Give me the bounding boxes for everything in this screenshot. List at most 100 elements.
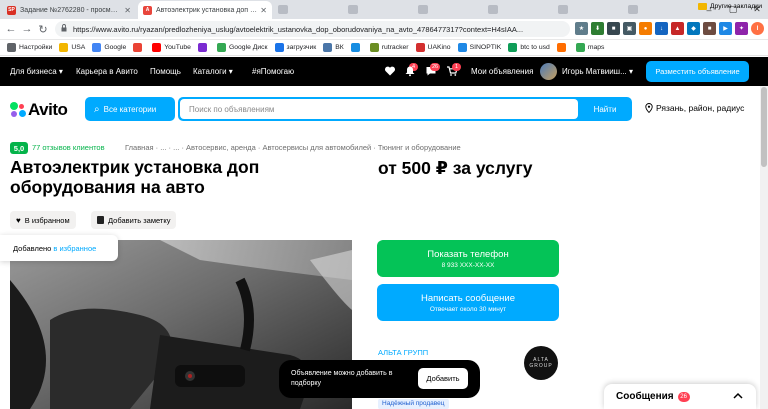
forward-icon[interactable]: → (20, 22, 34, 36)
close-icon[interactable]: ✕ (260, 6, 267, 15)
browser-tab-active[interactable]: A Автоэлектрик установка доп обо ✕ (138, 1, 272, 19)
phone-masked: 8 933 XXX-XX-XX (441, 261, 495, 269)
career-link[interactable]: Карьера в Авито (76, 67, 138, 76)
messages-count-badge: 26 (430, 63, 441, 71)
find-button[interactable]: Найти (580, 99, 630, 119)
bookmark-item[interactable]: maps (575, 43, 604, 52)
reload-icon[interactable]: ↻ (36, 22, 50, 36)
catalogs-menu[interactable]: Каталоги ▾ (193, 67, 233, 76)
close-icon[interactable]: ✕ (124, 6, 131, 15)
collapsed-tab[interactable] (348, 5, 358, 14)
search-input[interactable] (180, 99, 578, 119)
bookmark-item[interactable]: Google (92, 43, 126, 52)
extension-icon[interactable]: ▲ (671, 22, 684, 35)
bookmark-label: загрузчик (286, 44, 317, 51)
note-icon (97, 216, 104, 224)
messages-panel[interactable]: Сообщения 26 (604, 384, 756, 409)
business-menu[interactable]: Для бизнеса ▾ (10, 67, 63, 76)
heart-icon: ♥ (16, 215, 21, 225)
user-menu[interactable]: Игорь Матвииш... ▾ (562, 67, 633, 76)
my-ads-link[interactable]: Мои объявления (471, 67, 533, 76)
mail-icon (350, 43, 360, 52)
collapsed-tab[interactable] (628, 5, 638, 14)
bookmark-item[interactable] (133, 43, 145, 52)
favorite-button[interactable]: ♥ В избранном (10, 211, 76, 229)
extension-icon[interactable]: ⬇ (591, 22, 604, 35)
add-note-button[interactable]: Добавить заметку (91, 211, 177, 229)
messages-label: Сообщения (616, 391, 674, 402)
user-avatar[interactable] (540, 63, 557, 80)
collapsed-tab[interactable] (278, 5, 288, 14)
page-scrollbar[interactable] (760, 86, 768, 409)
extension-icon[interactable]: ■ (703, 22, 716, 35)
user-name: Игорь Матвииш... (562, 67, 627, 76)
add-to-collection-button[interactable]: Добавить (418, 368, 468, 389)
maps-icon (575, 43, 585, 52)
collapsed-tab[interactable] (488, 5, 498, 14)
download-icon (274, 43, 284, 52)
bookmark-item[interactable] (197, 43, 210, 52)
bookmark-item[interactable]: YouTube (152, 43, 191, 52)
puzzle-icon[interactable]: ✦ (735, 22, 748, 35)
bookmark-other-folder[interactable]: Другие закладки (697, 3, 762, 10)
notifications-count-badge: 1 (452, 63, 461, 71)
reviews-link[interactable]: 77 отзывов клиентов (32, 143, 105, 152)
extension-icon[interactable]: ★ (575, 22, 588, 35)
collapsed-tab[interactable] (558, 5, 568, 14)
show-phone-button[interactable]: Показать телефон 8 933 XXX-XX-XX (377, 240, 559, 277)
bookmark-item[interactable]: Google Диск (216, 43, 268, 52)
help-tag-link[interactable]: #яПомогаю (252, 67, 294, 76)
search-icon: ⌕ (94, 103, 100, 115)
avito-logo[interactable]: Avito (10, 100, 68, 120)
toast-favorites-link[interactable]: в избранное (53, 244, 96, 253)
bell-icon[interactable] (404, 65, 416, 77)
mail-icon (197, 43, 207, 52)
all-categories-button[interactable]: ⌕ Все категории (85, 97, 175, 121)
url-text: https://www.avito.ru/ryazan/predlozheniy… (73, 24, 524, 34)
bookmark-item[interactable] (350, 43, 363, 52)
chevron-up-icon[interactable] (732, 391, 744, 401)
listing-title: Автоэлектрик установка доп оборудования … (10, 157, 260, 197)
heart-icon[interactable] (384, 65, 396, 77)
breadcrumb[interactable]: Главная · ... · ... · Автосервис, аренда… (125, 143, 461, 152)
bookmark-item[interactable]: ВК (323, 43, 344, 52)
bookmark-label: YouTube (164, 44, 191, 51)
bookmark-label: Google Диск (228, 44, 268, 51)
bookmark-item[interactable]: SINOPTIK (457, 43, 502, 52)
extension-icon[interactable]: ◆ (687, 22, 700, 35)
bookmark-item[interactable] (556, 43, 569, 52)
bookmark-label: ВК (335, 44, 344, 51)
profile-avatar[interactable]: I (751, 22, 764, 35)
bookmark-item[interactable]: загрузчик (274, 43, 317, 52)
messages-count-badge: 26 (677, 391, 690, 402)
collapsed-tab[interactable] (418, 5, 428, 14)
address-bar[interactable]: https://www.avito.ru/ryazan/predlozheniy… (55, 21, 570, 37)
bookmark-item[interactable]: UAKino (415, 43, 451, 52)
post-ad-button[interactable]: Разместить объявление (646, 61, 749, 82)
extension-icon[interactable]: ▶ (719, 22, 732, 35)
scrollbar-thumb[interactable] (761, 87, 767, 167)
browser-tab[interactable]: SP Задание №2762280 - просмотр з ✕ (2, 1, 136, 19)
extension-icon[interactable]: ↓ (655, 22, 668, 35)
extension-icon[interactable]: ■ (607, 22, 620, 35)
tab-favicon-icon: SP (7, 5, 16, 15)
extension-icon[interactable]: ● (639, 22, 652, 35)
bookmark-item[interactable]: rutracker (369, 43, 409, 52)
bookmark-label: rutracker (381, 44, 409, 51)
favorite-added-toast: Добавлено в избранное (0, 235, 118, 261)
bookmark-item[interactable]: USA (59, 43, 85, 52)
back-icon[interactable]: ← (4, 22, 18, 36)
chart-icon (508, 43, 518, 52)
seller-logo[interactable]: ALTA GROUP (524, 346, 558, 380)
bookmark-item[interactable]: Настройки (7, 43, 52, 52)
bookmark-item[interactable]: btc to usd (508, 43, 550, 52)
bookmark-label: SINOPTIK (469, 44, 502, 51)
extension-icon[interactable]: ▣ (623, 22, 636, 35)
location-selector[interactable]: Рязань, район, радиус (645, 103, 744, 113)
extensions-area: ★ ⬇ ■ ▣ ● ↓ ▲ ◆ ■ ▶ ✦ I ⋮ (575, 22, 768, 35)
add-note-label: Добавить заметку (108, 215, 171, 225)
show-phone-label: Показать телефон (427, 248, 509, 260)
seller-name-link[interactable]: АЛЬТА ГРУПП (378, 348, 428, 357)
write-message-button[interactable]: Написать сообщение Отвечает около 30 мин… (377, 284, 559, 321)
help-link[interactable]: Помощь (150, 67, 181, 76)
